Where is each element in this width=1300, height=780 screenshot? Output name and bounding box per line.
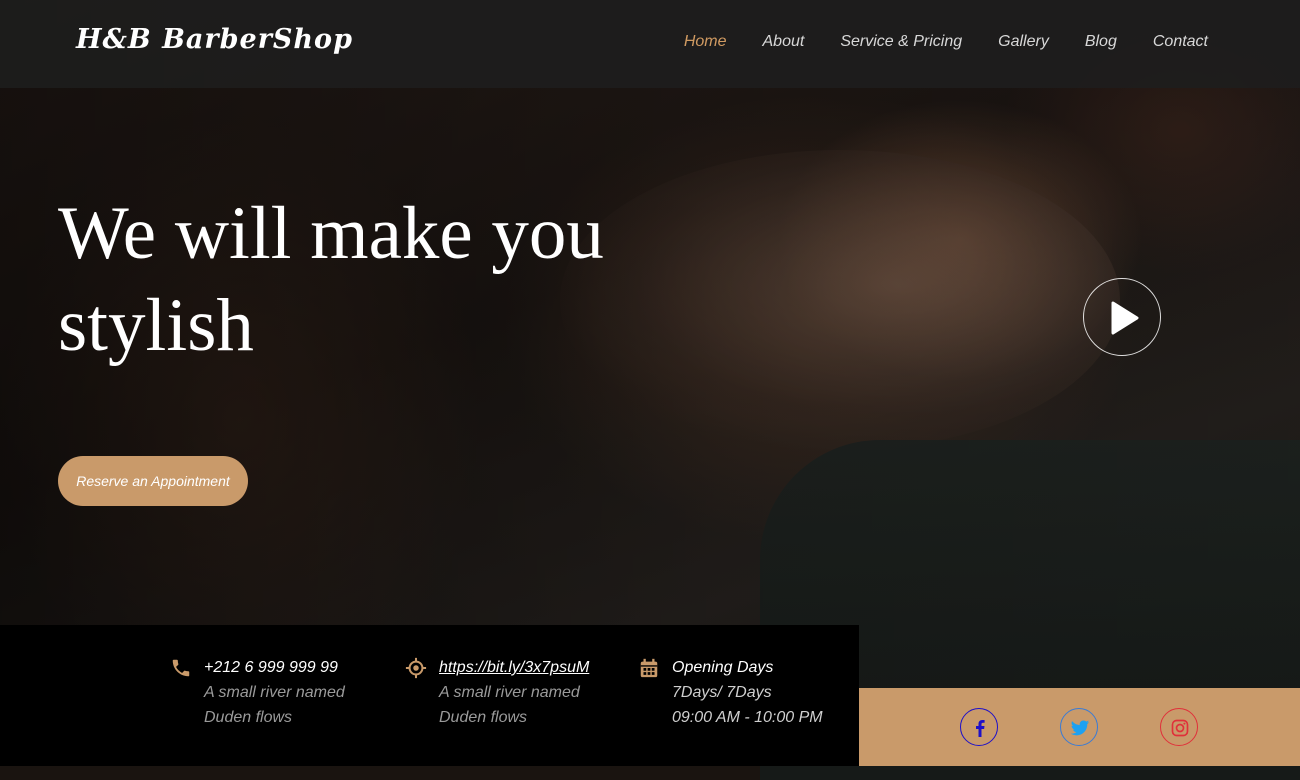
nav-item-service-pricing[interactable]: Service & Pricing bbox=[840, 33, 962, 51]
navbar: H&B BarberShop Home About Service & Pric… bbox=[0, 0, 1300, 88]
twitter-icon bbox=[1070, 720, 1090, 736]
hero-headline: We will make you stylish bbox=[58, 192, 604, 367]
nav-item-gallery[interactable]: Gallery bbox=[998, 33, 1049, 51]
main-nav: Home About Service & Pricing Gallery Blo… bbox=[648, 33, 1208, 51]
phone-line3: Duden flows bbox=[204, 709, 293, 726]
nav-item-contact[interactable]: Contact bbox=[1153, 33, 1208, 51]
info-bar: +212 6 999 999 99 A small river named Du… bbox=[0, 625, 859, 766]
nav-item-about[interactable]: About bbox=[763, 33, 805, 51]
play-video-button[interactable] bbox=[1083, 278, 1161, 356]
play-icon bbox=[1111, 301, 1139, 335]
location-link[interactable]: https://bit.ly/3x7psuM bbox=[439, 655, 659, 680]
instagram-icon bbox=[1171, 719, 1189, 737]
location-icon bbox=[405, 657, 427, 679]
phone-icon bbox=[172, 659, 190, 677]
brand-logo[interactable]: H&B BarberShop bbox=[76, 24, 353, 55]
nav-item-home[interactable]: Home bbox=[684, 33, 727, 51]
reserve-appointment-button[interactable]: Reserve an Appointment bbox=[58, 456, 248, 506]
phone-number[interactable]: +212 6 999 999 99 bbox=[204, 655, 424, 680]
facebook-button[interactable] bbox=[960, 708, 998, 746]
instagram-button[interactable] bbox=[1160, 708, 1198, 746]
facebook-icon bbox=[976, 720, 985, 737]
twitter-button[interactable] bbox=[1060, 708, 1098, 746]
calendar-icon bbox=[640, 658, 658, 678]
hours-title: Opening Days bbox=[672, 659, 774, 676]
location-line2: A small river named bbox=[439, 684, 580, 701]
nav-item-blog[interactable]: Blog bbox=[1085, 33, 1117, 51]
location-line3: Duden flows bbox=[439, 709, 528, 726]
phone-line2: A small river named bbox=[204, 684, 345, 701]
social-bar bbox=[859, 688, 1300, 766]
